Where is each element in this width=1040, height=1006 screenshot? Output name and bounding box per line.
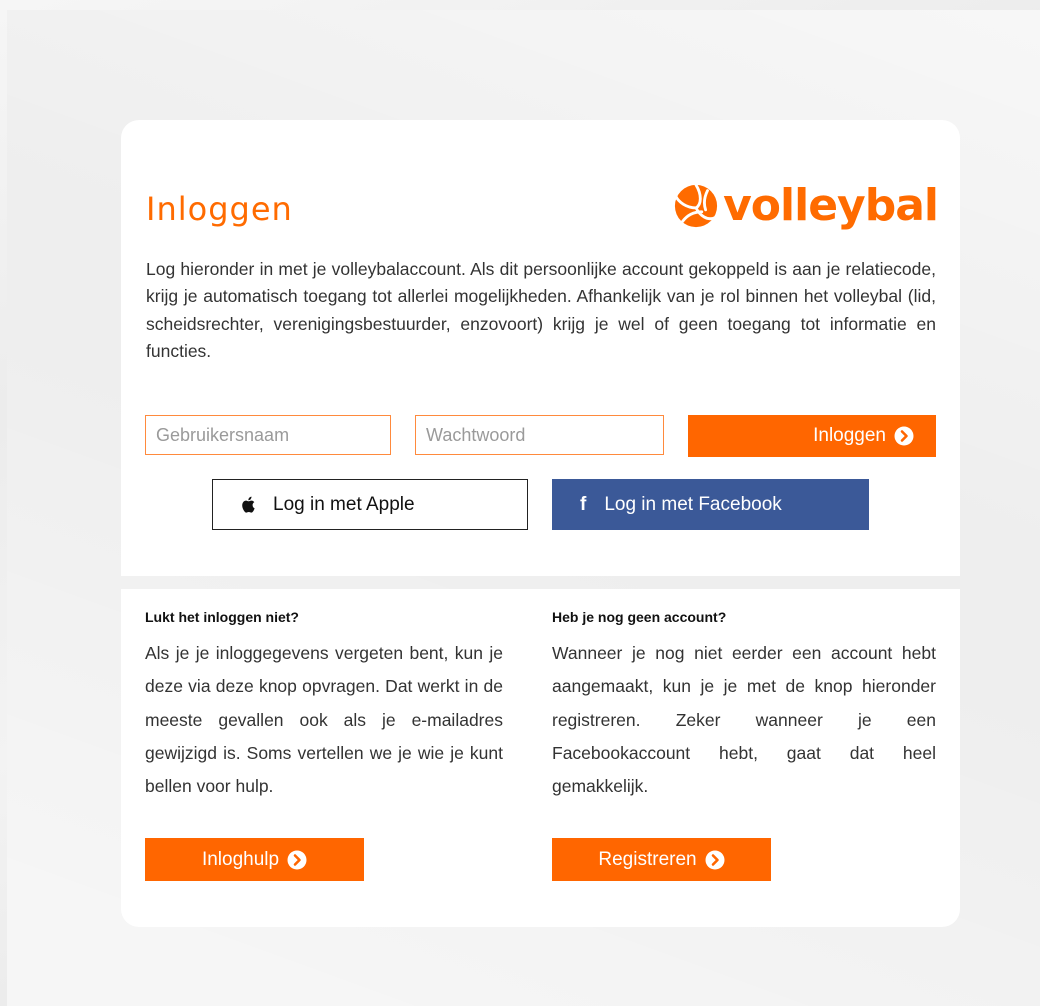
register-text: Wanneer je nog niet eerder een account h…: [552, 643, 936, 797]
username-input[interactable]: [145, 415, 391, 455]
login-help-button[interactable]: Inloghulp: [145, 838, 364, 881]
register-heading: Heb je nog geen account?: [552, 609, 727, 625]
login-card: Inloggen volleybal Log hieronder in met …: [121, 120, 960, 576]
register-section: Heb je nog geen account? Wanneer je nog …: [552, 609, 936, 803]
facebook-login-label: Log in met Facebook: [604, 493, 782, 515]
apple-login-label: Log in met Apple: [273, 493, 415, 515]
register-button-label: Registreren: [598, 848, 697, 870]
page-title: Inloggen: [146, 190, 293, 228]
login-button[interactable]: Inloggen: [688, 415, 936, 457]
login-help-button-label: Inloghulp: [201, 848, 280, 870]
chevron-circle-right-icon: [287, 850, 307, 869]
apple-login-button[interactable]: Log in met Apple: [212, 479, 528, 530]
facebook-login-button[interactable]: f Log in met Facebook: [552, 479, 869, 530]
facebook-icon: f: [580, 493, 587, 515]
intro-text: Log hieronder in met je volleybalaccount…: [146, 259, 936, 361]
login-help-section: Lukt het inloggen niet? Als je je inlogg…: [145, 609, 503, 803]
register-button[interactable]: Registreren: [552, 838, 771, 881]
login-help-text: Als je je inloggegevens vergeten bent, k…: [145, 643, 503, 797]
volleyball-icon: [674, 183, 718, 228]
login-button-label: Inloggen: [813, 425, 886, 446]
chevron-circle-right-icon: [705, 850, 725, 869]
logo-text: volleybal: [723, 180, 939, 231]
login-help-heading: Lukt het inloggen niet?: [145, 609, 299, 625]
chevron-circle-right-icon: [894, 426, 914, 446]
help-card: Lukt het inloggen niet? Als je je inlogg…: [121, 589, 960, 927]
volleybal-logo: volleybal: [673, 178, 939, 234]
password-input[interactable]: [415, 415, 664, 455]
apple-icon: [242, 496, 255, 513]
